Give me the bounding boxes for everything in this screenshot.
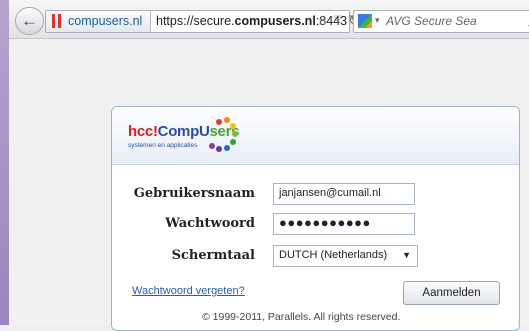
copyright-footer: © 1999-2011, Parallels. All rights reser… [202, 311, 401, 323]
search-bar[interactable]: ▾ AVG Secure Sea ⌕ [353, 10, 529, 33]
back-button[interactable]: ← [15, 7, 44, 35]
engine-dropdown-icon[interactable]: ▾ [375, 15, 380, 26]
username-field[interactable]: janjansen@cumail.nl [273, 183, 415, 205]
language-label: Schermtaal [171, 248, 255, 263]
site-identity-label: compusers.nl [68, 14, 143, 28]
chevron-down-icon: ▼ [402, 250, 411, 260]
bookmark-star-icon[interactable]: ☆ [316, 12, 329, 29]
login-panel: hcc!CompUsers systemen en applicaties Ge… [111, 106, 520, 331]
login-button[interactable]: Aanmelden [403, 281, 500, 305]
forgot-password-link[interactable]: Wachtwoord vergeten? [132, 285, 245, 297]
password-field[interactable]: ●●●●●●●●●●● [273, 213, 415, 235]
avg-engine-icon[interactable] [358, 14, 372, 28]
browser-toolbar: ← compusers.nl https://secure.compusers.… [9, 0, 529, 39]
window-edge [0, 0, 9, 325]
login-panel-header: hcc!CompUsers systemen en applicaties [112, 107, 519, 165]
search-input[interactable]: AVG Secure Sea [386, 14, 477, 28]
site-identity-button[interactable]: compusers.nl [46, 11, 151, 32]
hcc-compusers-logo: hcc!CompUsers systemen en applicaties [128, 117, 248, 162]
page-content: hcc!CompUsers systemen en applicaties Ge… [9, 39, 529, 331]
password-label: Wachtwoord [165, 216, 255, 231]
logo-dots-icon [206, 117, 238, 162]
language-select[interactable]: DUTCH (Netherlands) ▼ [273, 245, 418, 267]
site-favicon-icon [52, 14, 62, 28]
username-label: Gebruikersnaam [133, 186, 255, 201]
history-dropdown-icon[interactable]: ▽ [334, 14, 342, 25]
back-arrow-icon: ← [21, 11, 38, 30]
address-bar[interactable]: compusers.nl https://secure.compusers.nl… [45, 10, 360, 33]
